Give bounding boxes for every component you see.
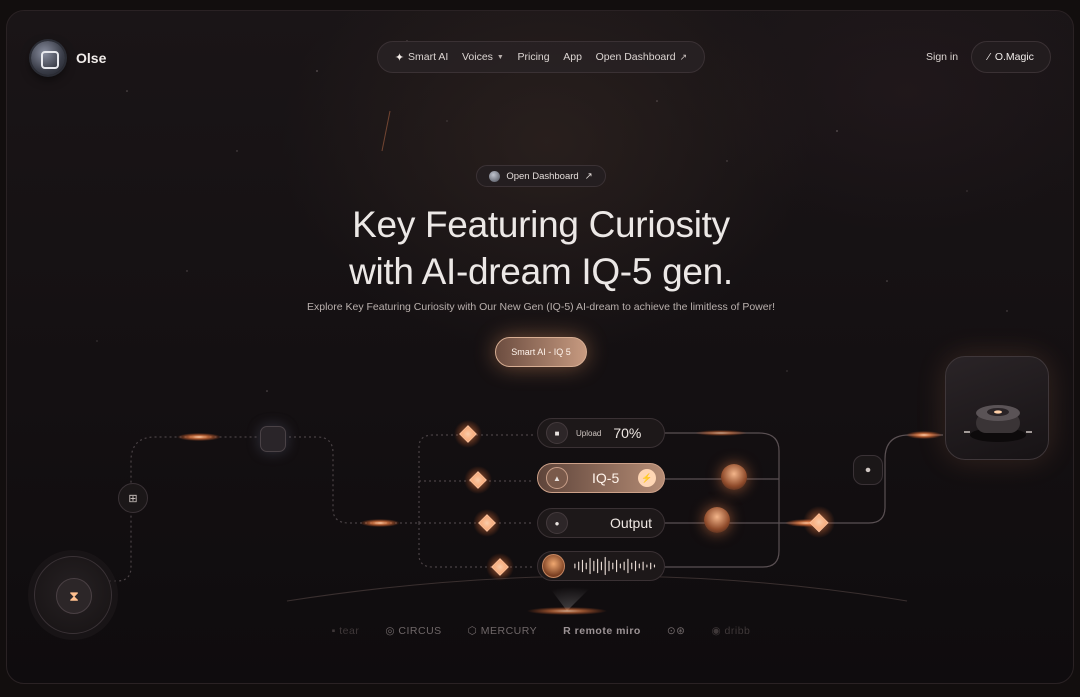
upload-label: Upload [576,428,602,438]
iq5-row[interactable]: ▲ IQ-5 ⚡ [537,463,665,493]
waveform-icon [574,556,655,576]
triangle-icon: ▲ [546,467,568,489]
partner-logo: ◉ dribb [711,625,751,637]
output-row[interactable]: ● Output [537,508,665,538]
partner-logo: ◎ CIRCUS [385,625,442,637]
output-label: Output [609,515,652,531]
flow-diagram [79,369,1007,615]
upload-progress: 70% [613,425,642,441]
grid-icon: ⊞ [128,492,138,505]
chip-node[interactable] [260,426,286,452]
voice-wave-row[interactable] [537,551,665,581]
upload-row[interactable]: ■ Upload 70% [537,418,665,448]
partner-logo: ▪ tear [331,625,360,637]
user-avatar[interactable] [704,507,730,533]
mic-icon: ⏺ [865,464,871,476]
speaker-card[interactable] [945,356,1049,460]
avatar [542,554,565,578]
app-frame: Olse ✦ Smart AI Voices ▼ Pricing App Ope… [6,10,1074,684]
iq5-label: IQ-5 [592,470,620,486]
speaker-icon [964,405,1032,442]
user-avatar[interactable] [721,464,747,490]
grid-node[interactable]: ⊞ [118,483,148,513]
square-icon: ■ [546,422,568,444]
partner-logo: ⬡ MERCURY [467,625,538,637]
partner-logo: ⊙⊛ [666,625,686,637]
circle-icon: ● [546,512,568,534]
timer-orb[interactable]: ⧗ [34,556,112,634]
mic-node[interactable]: ⏺ [853,455,883,485]
bolt-icon: ⚡ [638,469,656,487]
partner-logo: R remote miro [563,625,641,637]
partner-logos: ▪ tear ◎ CIRCUS ⬡ MERCURY R remote miro … [7,625,1073,637]
hourglass-icon: ⧗ [56,578,92,614]
